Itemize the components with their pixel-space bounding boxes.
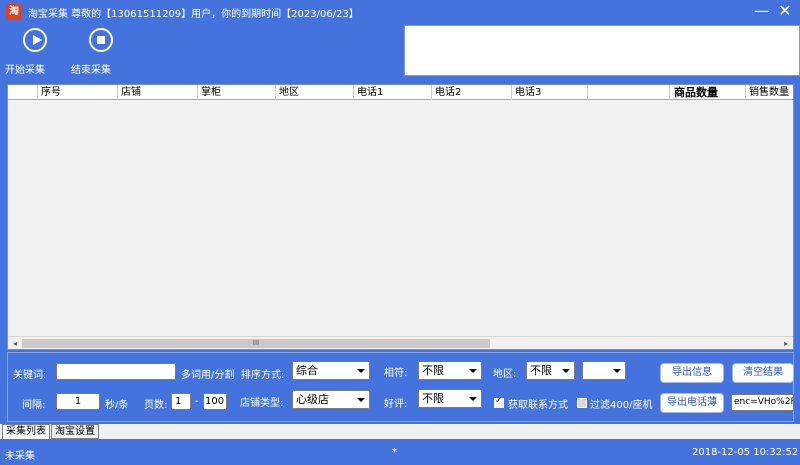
window-title: 淘宝采集 尊敬的【13061511209】用户，你的到期时间【2023/06/2…: [28, 9, 359, 20]
keyword-hint: 多词用/分割: [181, 370, 235, 381]
header-cell-shop[interactable]: 店铺: [118, 85, 198, 100]
header-cell-sales-count[interactable]: 销售数量: [746, 85, 793, 100]
header-cell-phone2[interactable]: 电话2: [432, 85, 512, 100]
export-phonebook-button[interactable]: 导出电话薄: [660, 393, 724, 413]
get-contact-label: 获取联系方式: [508, 400, 568, 411]
horizontal-scrollbar[interactable]: ◂ III ▸: [8, 336, 793, 349]
region2-select[interactable]: [582, 361, 626, 380]
app-icon: 淘: [6, 4, 22, 20]
region-select-value: 不限: [530, 364, 552, 377]
header-cell-region[interactable]: 地区: [276, 85, 354, 100]
scroll-left-arrow[interactable]: ◂: [9, 338, 21, 349]
pages-to-input[interactable]: 100: [203, 393, 227, 410]
filter-400-label: 过滤400/座机: [590, 400, 653, 411]
chevron-down-icon: [562, 369, 570, 373]
table-header: 序号 店铺 掌柜 地区 电话1 电话2 电话3 商品数量 销售数量: [8, 85, 793, 100]
rating-select-value: 不限: [422, 392, 444, 405]
sort-select-value: 综合: [296, 364, 318, 377]
match-select[interactable]: 不限: [418, 361, 482, 380]
interval-unit: 秒/条: [105, 400, 129, 411]
status-bar: 未采集 * 2018-12-05 10:32:52: [0, 439, 800, 465]
header-cell-index[interactable]: 序号: [38, 85, 118, 100]
keyword-input[interactable]: [56, 363, 176, 380]
chevron-down-icon: [357, 398, 365, 402]
shop-type-label: 店铺类型:: [240, 398, 284, 409]
status-text: 未采集: [5, 451, 35, 462]
rating-select[interactable]: 不限: [418, 389, 482, 408]
close-button[interactable]: ✕: [775, 2, 795, 22]
interval-label: 间隔:: [22, 400, 46, 411]
sort-select[interactable]: 综合: [292, 361, 370, 380]
pages-dash: -: [195, 396, 199, 407]
pages-from-input[interactable]: 1: [171, 393, 191, 410]
results-table[interactable]: 序号 店铺 掌柜 地区 电话1 电话2 电话3 商品数量 销售数量 ◂ III …: [7, 84, 794, 350]
tab-strip: 采集列表 淘宝设置: [0, 424, 800, 439]
match-label: 相符:: [384, 368, 408, 379]
scroll-right-arrow[interactable]: ▸: [780, 338, 792, 349]
status-datetime: 2018-12-05 10:32:52: [692, 447, 799, 458]
keyword-label: 关键词:: [13, 370, 47, 381]
start-collect-button[interactable]: 开始采集: [5, 28, 65, 76]
clear-results-button[interactable]: 清空结果: [732, 363, 794, 383]
search-settings-panel: 关键词: 多词用/分割 排序方式: 综合 相符: 不限 地区: 不限 导出信息 …: [7, 352, 794, 422]
chevron-down-icon: [469, 369, 477, 373]
stop-collect-button[interactable]: 结束采集: [71, 28, 131, 76]
rating-label: 好评:: [384, 399, 408, 410]
tab-taobao-settings[interactable]: 淘宝设置: [51, 424, 99, 439]
status-marker: *: [392, 447, 397, 458]
export-info-button[interactable]: 导出信息: [660, 363, 724, 383]
chevron-down-icon: [469, 397, 477, 401]
log-output-box[interactable]: [404, 25, 800, 76]
shop-type-select[interactable]: 心级店: [292, 390, 370, 409]
get-contact-checkbox[interactable]: [494, 396, 504, 408]
pages-label: 页数:: [144, 400, 168, 411]
header-cell-blank[interactable]: [588, 85, 670, 100]
filter-400-checkbox[interactable]: [577, 398, 587, 408]
region-label: 地区:: [493, 369, 517, 380]
stop-icon: [89, 28, 113, 52]
header-cell-phone3[interactable]: 电话3: [512, 85, 588, 100]
stop-collect-label: 结束采集: [71, 65, 111, 76]
header-cell-owner[interactable]: 掌柜: [198, 85, 276, 100]
header-cell-goods-count[interactable]: 商品数量: [670, 85, 746, 100]
main-window: 淘 淘宝采集 尊敬的【13061511209】用户，你的到期时间【2023/06…: [0, 0, 800, 465]
sort-label: 排序方式:: [241, 370, 285, 381]
region-select[interactable]: 不限: [526, 361, 575, 380]
chevron-down-icon: [357, 369, 365, 373]
shop-type-select-value: 心级店: [296, 393, 329, 406]
play-icon: [23, 28, 47, 52]
match-select-value: 不限: [422, 364, 444, 377]
scroll-thumb[interactable]: III: [22, 339, 490, 348]
chevron-down-icon: [613, 369, 621, 373]
title-bar: 淘 淘宝采集 尊敬的【13061511209】用户，你的到期时间【2023/06…: [0, 0, 800, 24]
header-cell-phone1[interactable]: 电话1: [354, 85, 432, 100]
interval-input[interactable]: 1: [56, 393, 100, 410]
token-input[interactable]: enc=VHo%2FcI: [731, 394, 794, 411]
start-collect-label: 开始采集: [5, 65, 45, 76]
minimize-button[interactable]: —: [752, 2, 772, 22]
tab-collect-list[interactable]: 采集列表: [2, 424, 50, 439]
header-cell-corner: [8, 85, 38, 100]
